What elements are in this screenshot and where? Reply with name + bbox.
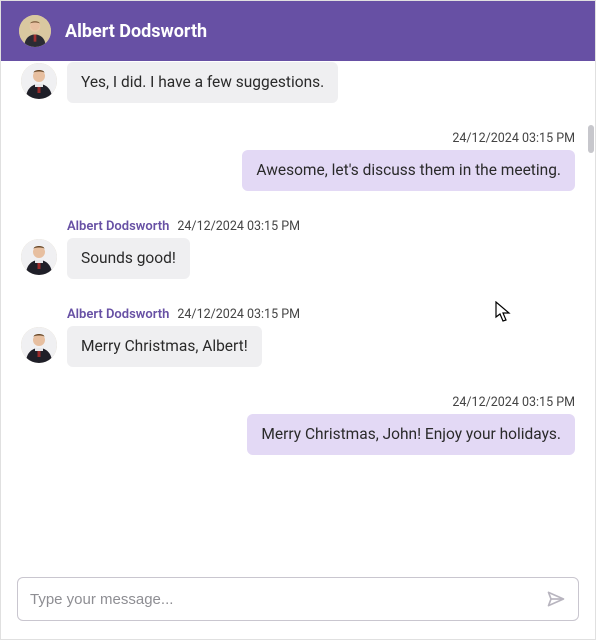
avatar-icon xyxy=(21,63,57,99)
avatar-icon xyxy=(21,239,57,275)
message-group: Albert Dodsworth 24/12/2024 03:15 PM Mer… xyxy=(21,307,575,367)
message-avatar[interactable] xyxy=(21,327,57,363)
chat-window: Albert Dodsworth Albert Dodsworth 24/12/… xyxy=(0,0,596,640)
send-icon xyxy=(546,589,566,609)
message-meta: 24/12/2024 03:15 PM xyxy=(452,395,575,410)
message-meta: Albert Dodsworth 24/12/2024 03:15 PM xyxy=(67,307,300,322)
message-meta: Albert Dodsworth 24/12/2024 03:15 PM xyxy=(67,219,300,234)
message-input[interactable] xyxy=(30,591,536,608)
avatar-icon xyxy=(21,327,57,363)
message-timestamp: 24/12/2024 03:15 PM xyxy=(177,219,300,234)
message-bubble[interactable]: Awesome, let's discuss them in the meeti… xyxy=(242,150,575,191)
message-avatar[interactable] xyxy=(21,239,57,275)
message-group: Albert Dodsworth 24/12/2024 03:15 PM Yes… xyxy=(21,61,575,103)
scrollbar-thumb[interactable] xyxy=(588,125,594,153)
message-bubble[interactable]: Merry Christmas, John! Enjoy your holida… xyxy=(247,414,575,455)
contact-name: Albert Dodsworth xyxy=(65,21,207,42)
message-group: 24/12/2024 03:15 PM Awesome, let's discu… xyxy=(21,131,575,191)
message-bubble[interactable]: Yes, I did. I have a few suggestions. xyxy=(67,62,338,103)
avatar-icon xyxy=(19,15,51,47)
message-meta: 24/12/2024 03:15 PM xyxy=(452,131,575,146)
message-bubble[interactable]: Merry Christmas, Albert! xyxy=(67,326,262,367)
message-avatar[interactable] xyxy=(21,63,57,99)
message-timestamp: 24/12/2024 03:15 PM xyxy=(177,307,300,322)
contact-avatar[interactable] xyxy=(19,15,51,47)
message-composer xyxy=(17,577,579,621)
message-timestamp: 24/12/2024 03:15 PM xyxy=(452,131,575,146)
sender-name: Albert Dodsworth xyxy=(67,219,169,234)
send-button[interactable] xyxy=(546,589,566,609)
message-bubble[interactable]: Sounds good! xyxy=(67,238,190,279)
message-list[interactable]: Albert Dodsworth 24/12/2024 03:15 PM Yes… xyxy=(1,61,595,567)
message-group: Albert Dodsworth 24/12/2024 03:15 PM Sou… xyxy=(21,219,575,279)
message-timestamp: 24/12/2024 03:15 PM xyxy=(452,395,575,410)
sender-name: Albert Dodsworth xyxy=(67,307,169,322)
chat-header: Albert Dodsworth xyxy=(1,1,595,61)
message-group: 24/12/2024 03:15 PM Merry Christmas, Joh… xyxy=(21,395,575,455)
